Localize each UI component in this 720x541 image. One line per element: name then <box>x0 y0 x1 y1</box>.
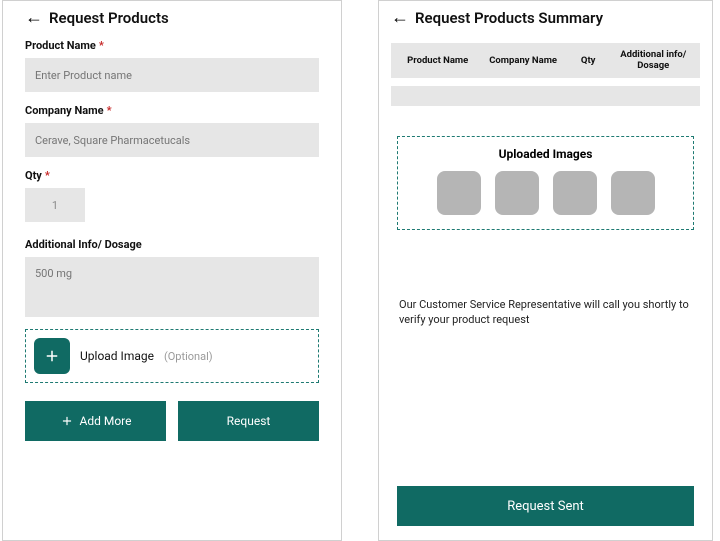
request-products-screen: ← Request Products Product Name * Compan… <box>2 0 342 541</box>
button-label: Request Sent <box>507 499 584 514</box>
col-product-name: Product Name <box>395 55 480 66</box>
uploaded-thumbnail[interactable] <box>611 171 655 215</box>
table-header: Product Name Company Name Qty Additional… <box>391 43 700 78</box>
page-title: Request Products <box>49 9 169 27</box>
plus-icon <box>43 347 61 365</box>
back-arrow-icon[interactable]: ← <box>25 9 43 27</box>
required-star: * <box>107 104 112 117</box>
uploaded-images-box: Uploaded Images <box>397 136 694 230</box>
product-name-label: Product Name * <box>25 39 319 52</box>
col-additional: Additional info/ Dosage <box>611 49 696 72</box>
additional-info-label: Additional Info/ Dosage <box>25 238 319 251</box>
request-sent-button[interactable]: Request Sent <box>397 486 694 526</box>
action-button-row: Add More Request <box>25 401 319 441</box>
label-text: Product Name <box>25 39 96 52</box>
uploaded-images-title: Uploaded Images <box>410 147 681 161</box>
upload-image-box[interactable]: Upload Image (Optional) <box>25 329 319 383</box>
uploaded-thumbnail[interactable] <box>553 171 597 215</box>
uploaded-thumbnail[interactable] <box>437 171 481 215</box>
header: ← Request Products Summary <box>391 9 700 27</box>
button-label: Add More <box>80 414 132 428</box>
qty-label: Qty * <box>25 169 319 182</box>
uploaded-thumbnail[interactable] <box>495 171 539 215</box>
page-title: Request Products Summary <box>415 9 603 27</box>
col-qty: Qty <box>566 55 611 66</box>
upload-plus-button[interactable] <box>34 338 70 374</box>
label-text: Company Name <box>25 104 104 117</box>
company-name-label: Company Name * <box>25 104 319 117</box>
upload-label-text: Upload Image <box>80 349 154 363</box>
header: ← Request Products <box>25 9 319 27</box>
label-text: Additional Info/ Dosage <box>25 238 142 251</box>
button-label: Request <box>227 414 271 428</box>
request-button[interactable]: Request <box>178 401 319 441</box>
label-text: Qty <box>25 169 42 182</box>
summary-table: Product Name Company Name Qty Additional… <box>391 43 700 106</box>
plus-icon <box>60 414 74 428</box>
upload-optional-text: (Optional) <box>164 350 213 363</box>
col-company-name: Company Name <box>480 55 565 66</box>
company-name-input[interactable] <box>25 123 319 157</box>
request-summary-screen: ← Request Products Summary Product Name … <box>378 0 713 541</box>
required-star: * <box>45 169 50 182</box>
qty-input[interactable] <box>25 188 85 222</box>
table-row <box>391 86 700 106</box>
required-star: * <box>99 39 104 52</box>
add-more-button[interactable]: Add More <box>25 401 166 441</box>
uploaded-thumbnails <box>410 171 681 215</box>
back-arrow-icon[interactable]: ← <box>391 9 409 27</box>
additional-info-input[interactable] <box>25 257 319 317</box>
product-name-input[interactable] <box>25 58 319 92</box>
notice-text: Our Customer Service Representative will… <box>399 298 692 328</box>
